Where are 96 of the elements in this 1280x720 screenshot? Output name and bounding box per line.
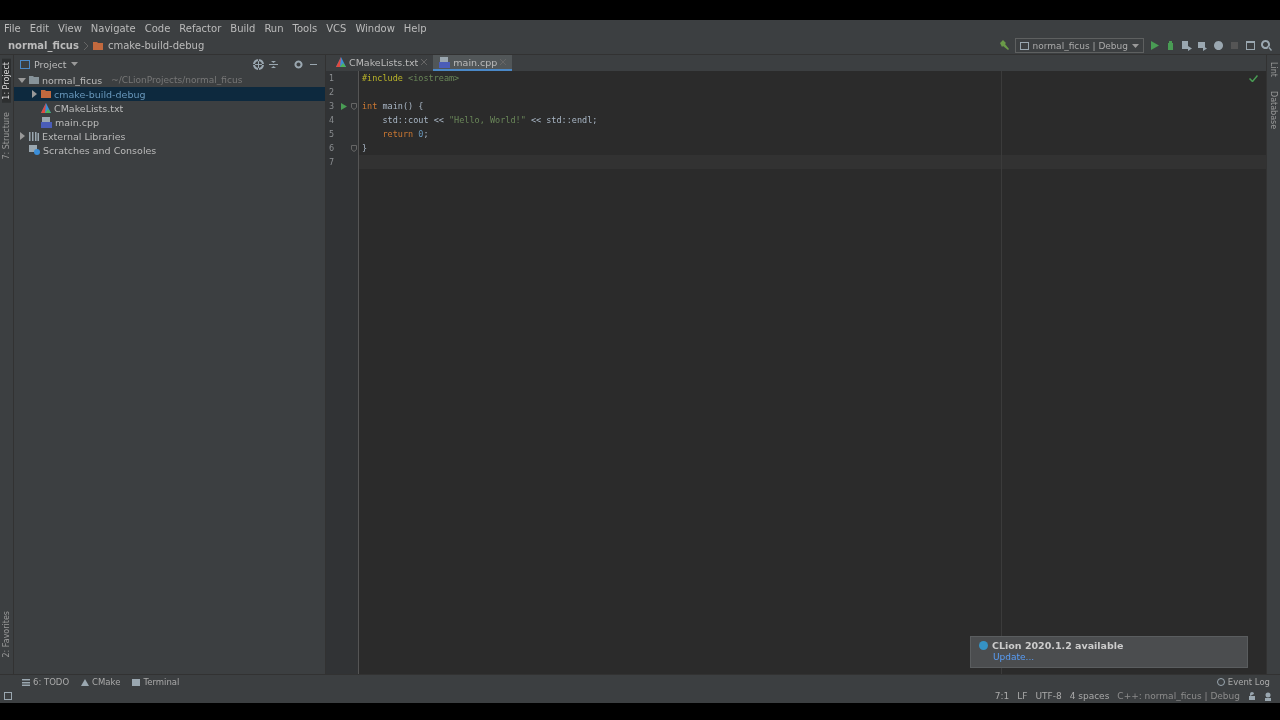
profiler-icon[interactable]	[1197, 40, 1208, 51]
gear-icon[interactable]	[293, 58, 304, 70]
tree-item[interactable]: main.cpp	[14, 115, 325, 129]
status-item[interactable]: UTF-8	[1035, 691, 1062, 701]
status-item[interactable]: 4 spaces	[1069, 691, 1110, 701]
menu-item[interactable]: Edit	[29, 23, 50, 34]
tree-item[interactable]: Scratches and Consoles	[14, 143, 325, 157]
run-configuration-dropdown[interactable]: normal_ficus | Debug	[1014, 38, 1144, 53]
menu-item[interactable]: Help	[403, 23, 427, 34]
library-icon	[29, 131, 39, 141]
code-token: int	[362, 101, 379, 111]
collapsed-arrow-icon[interactable]	[30, 90, 38, 98]
tree-item[interactable]: normal_ficus ~/CLionProjects/normal_ficus	[14, 73, 325, 87]
crosshair-icon[interactable]	[253, 58, 264, 70]
status-item[interactable]: LF	[1017, 691, 1028, 701]
code-token: <iostream>	[408, 73, 460, 83]
run-icon[interactable]	[1149, 40, 1160, 51]
menu-item[interactable]: Navigate	[90, 23, 136, 34]
bug-icon[interactable]	[1165, 40, 1176, 51]
run-icon[interactable]	[341, 102, 347, 110]
tool-window-tab[interactable]: 7: Structure	[2, 108, 11, 163]
tree-item[interactable]: External Libraries	[14, 129, 325, 143]
line-number: 6	[329, 143, 336, 153]
update-link[interactable]: Update...	[993, 652, 1241, 662]
tree-item[interactable]: cmake-build-debug	[14, 87, 325, 101]
status-context[interactable]: C++: normal_ficus | Debug	[1117, 691, 1240, 701]
menu-item[interactable]: Tools	[292, 23, 318, 34]
editor-tab[interactable]: main.cpp	[433, 55, 513, 71]
triangle-icon	[81, 678, 90, 686]
speech-bubble-icon	[1216, 678, 1225, 686]
line-number: 1	[329, 73, 336, 83]
terminal-icon	[132, 678, 141, 686]
search-icon[interactable]	[1261, 40, 1272, 51]
status-item[interactable]: 7:1	[994, 691, 1010, 701]
hammer-icon[interactable]	[998, 40, 1010, 51]
caret-icon[interactable]	[70, 62, 78, 66]
code-token: << std::endl;	[529, 115, 598, 125]
check-icon	[1249, 75, 1258, 82]
inspector-icon[interactable]	[1264, 691, 1272, 701]
caret-icon	[1132, 43, 1139, 48]
list-icon	[22, 678, 30, 686]
line-number: 3	[329, 101, 336, 111]
tool-window-button[interactable]: Terminal	[132, 677, 180, 687]
cpp-file-icon	[41, 116, 52, 128]
fold-icon[interactable]	[351, 102, 357, 110]
expanded-arrow-icon[interactable]	[18, 76, 26, 84]
tool-window-tab[interactable]: Database	[1269, 87, 1278, 133]
breadcrumb[interactable]: cmake-build-debug	[107, 40, 205, 51]
tool-window-tab[interactable]: Lint	[1269, 59, 1278, 80]
line-number: 7	[329, 157, 336, 167]
triangle-logo-icon	[336, 57, 346, 67]
menu-item[interactable]: Refactor	[179, 23, 222, 34]
sidebar-toggle-icon[interactable]	[4, 692, 12, 700]
lock-icon[interactable]	[1248, 692, 1256, 700]
code-token: #include	[362, 73, 404, 83]
breadcrumb[interactable]: normal_ficus	[8, 40, 79, 51]
menu-item[interactable]: File	[4, 23, 21, 34]
info-icon	[979, 641, 988, 650]
chevron-icon	[83, 41, 88, 50]
code-token: std::cout <<	[381, 115, 445, 125]
code-token: main() {	[382, 101, 424, 111]
line-number: 2	[329, 87, 336, 97]
menu-item[interactable]: Run	[264, 23, 284, 34]
menu-item[interactable]: Build	[230, 23, 256, 34]
code-token: "Hello, World!"	[449, 115, 526, 125]
collapse-all-icon[interactable]	[268, 58, 279, 70]
layout-icon[interactable]	[1245, 40, 1256, 51]
tool-window-button[interactable]: 6: TODO	[22, 677, 70, 687]
code-token: ;	[423, 129, 429, 139]
tool-window-button[interactable]: CMake	[81, 677, 121, 687]
menu-item[interactable]: View	[58, 23, 82, 34]
menu-item[interactable]: Code	[144, 23, 171, 34]
fold-icon[interactable]	[351, 144, 357, 152]
panel-icon	[20, 59, 30, 69]
notification-title: CLion 2020.1.2 available	[992, 640, 1124, 651]
code-token: return	[381, 129, 415, 139]
tool-window-tab[interactable]: 2: Favorites	[2, 607, 11, 660]
line-number: 4	[329, 115, 336, 125]
menu-item[interactable]: VCS	[326, 23, 347, 34]
tree-item[interactable]: CMakeLists.txt	[14, 101, 325, 115]
code-token: 0	[418, 129, 424, 139]
tool-window-tab[interactable]: 1: Project	[2, 59, 11, 103]
triangle-logo-icon	[41, 103, 51, 113]
folder-icon	[92, 41, 103, 50]
scratches-icon	[29, 145, 40, 155]
cpp-file-icon	[439, 56, 451, 68]
event-log-button[interactable]: Event Log	[1216, 677, 1270, 687]
coverage-icon[interactable]	[1181, 40, 1192, 51]
menu-item[interactable]: Window	[355, 23, 395, 34]
path-hint: ~/CLionProjects/normal_ficus	[111, 75, 243, 85]
collapsed-arrow-icon[interactable]	[18, 132, 26, 140]
line-number: 5	[329, 129, 336, 139]
panel-title[interactable]: Project	[34, 58, 67, 70]
editor-tab[interactable]: CMakeLists.txt	[330, 55, 434, 71]
code-token: }	[362, 143, 368, 153]
window-icon	[1019, 41, 1029, 50]
